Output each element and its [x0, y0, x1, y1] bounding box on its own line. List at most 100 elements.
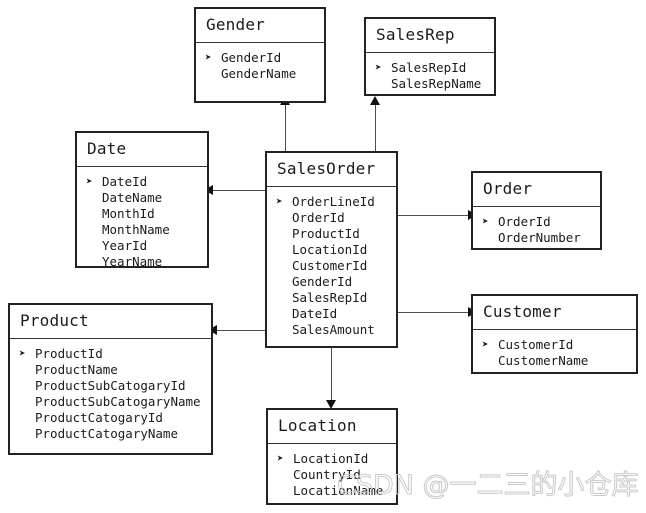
field-label: ProductSubCatogaryName — [35, 394, 201, 409]
erd-canvas: Gender ➤ GenderId GenderName SalesRep ➤ … — [0, 0, 646, 513]
primary-key-icon: ➤ — [482, 215, 489, 228]
entity-location-title: Location — [268, 410, 396, 444]
primary-key-icon: ➤ — [482, 338, 489, 351]
field-label: MonthName — [102, 222, 170, 237]
field-row: ➤ OrderLineId — [275, 194, 388, 210]
field-row: LocationName — [276, 483, 388, 499]
field-row: CustomerName — [481, 353, 628, 369]
primary-key-icon: ➤ — [375, 61, 382, 74]
field-label: OrderNumber — [498, 230, 581, 245]
field-row: ProductSubCatogaryName — [18, 394, 203, 410]
connector-salesorder-gender — [285, 103, 286, 156]
entity-location[interactable]: Location ➤ LocationId CountryId Location… — [266, 408, 398, 505]
primary-key-icon: ➤ — [205, 51, 212, 64]
field-row: DateId — [275, 306, 388, 322]
field-row: LocationId — [275, 242, 388, 258]
field-row: ➤ SalesRepId — [374, 60, 486, 76]
field-label: CustomerName — [498, 353, 589, 368]
entity-product[interactable]: Product ➤ ProductId ProductName ProductS… — [8, 303, 213, 455]
field-row: GenderId — [275, 274, 388, 290]
field-label: DateId — [102, 174, 148, 189]
field-row: ➤ LocationId — [276, 451, 388, 467]
primary-key-icon: ➤ — [276, 195, 283, 208]
entity-salesorder[interactable]: SalesOrder ➤ OrderLineId OrderId Product… — [265, 151, 398, 348]
entity-gender[interactable]: Gender ➤ GenderId GenderName — [194, 7, 326, 103]
field-row: OrderNumber — [481, 230, 592, 246]
field-label: GenderId — [221, 50, 282, 65]
field-label: YearName — [102, 254, 163, 269]
field-label: ProductId — [292, 226, 360, 241]
field-label: GenderId — [292, 274, 353, 289]
field-label: ProductCatogaryName — [35, 426, 178, 441]
field-label: LocationName — [293, 483, 384, 498]
entity-location-fields: ➤ LocationId CountryId LocationName — [268, 444, 396, 507]
entity-gender-fields: ➤ GenderId GenderName — [196, 43, 324, 90]
field-label: SalesRepName — [391, 76, 482, 91]
field-row: ➤ OrderId — [481, 214, 592, 230]
field-label: LocationId — [292, 242, 368, 257]
field-label: SalesRepId — [292, 290, 368, 305]
field-row: MonthName — [85, 222, 199, 238]
entity-date[interactable]: Date ➤ DateId DateName MonthId MonthName… — [75, 131, 209, 270]
connector-salesorder-product — [213, 330, 266, 331]
entity-date-title: Date — [77, 133, 207, 167]
entity-salesrep[interactable]: SalesRep ➤ SalesRepId SalesRepName — [364, 17, 496, 96]
field-label: MonthId — [102, 206, 155, 221]
field-label: CountryId — [293, 467, 361, 482]
entity-gender-title: Gender — [196, 9, 324, 43]
entity-product-fields: ➤ ProductId ProductName ProductSubCatoga… — [10, 339, 211, 450]
primary-key-icon: ➤ — [19, 347, 26, 360]
field-label: DateId — [292, 306, 338, 321]
connector-salesorder-order — [398, 215, 471, 216]
field-row: DateName — [85, 190, 199, 206]
entity-customer[interactable]: Customer ➤ CustomerId CustomerName — [471, 294, 638, 374]
field-label: OrderId — [498, 214, 551, 229]
field-row: SalesRepId — [275, 290, 388, 306]
field-label: GenderName — [221, 66, 297, 81]
field-label: CustomerId — [292, 258, 368, 273]
field-label: OrderLineId — [292, 194, 375, 209]
connector-salesorder-date — [209, 190, 266, 191]
field-row: SalesAmount — [275, 322, 388, 338]
entity-order[interactable]: Order ➤ OrderId OrderNumber — [471, 171, 602, 250]
field-row: YearId — [85, 238, 199, 254]
field-row: ➤ GenderId — [204, 50, 316, 66]
entity-salesrep-title: SalesRep — [366, 19, 494, 53]
field-label: YearId — [102, 238, 148, 253]
field-label: SalesAmount — [292, 322, 375, 337]
connector-salesorder-salesrep — [375, 103, 376, 156]
field-row: CountryId — [276, 467, 388, 483]
field-row: YearName — [85, 254, 199, 270]
field-label: LocationId — [293, 451, 369, 466]
field-row: ➤ CustomerId — [481, 337, 628, 353]
field-row: MonthId — [85, 206, 199, 222]
entity-customer-title: Customer — [473, 296, 636, 330]
field-label: ProductSubCatogaryId — [35, 378, 186, 393]
entity-salesrep-fields: ➤ SalesRepId SalesRepName — [366, 53, 494, 100]
entity-salesorder-fields: ➤ OrderLineId OrderId ProductId Location… — [267, 187, 396, 346]
field-row: GenderName — [204, 66, 316, 82]
connector-salesorder-customer — [398, 312, 471, 313]
field-row: CustomerId — [275, 258, 388, 274]
field-label: DateName — [102, 190, 163, 205]
field-label: SalesRepId — [391, 60, 467, 75]
field-row: ProductId — [275, 226, 388, 242]
field-row: SalesRepName — [374, 76, 486, 92]
field-row: ProductName — [18, 362, 203, 378]
field-row: ➤ ProductId — [18, 346, 203, 362]
connector-salesorder-location — [331, 348, 332, 403]
field-label: CustomerId — [498, 337, 574, 352]
field-row: ➤ DateId — [85, 174, 199, 190]
field-label: ProductCatogaryId — [35, 410, 163, 425]
field-row: ProductCatogaryName — [18, 426, 203, 442]
field-label: ProductId — [35, 346, 103, 361]
primary-key-icon: ➤ — [86, 175, 93, 188]
entity-customer-fields: ➤ CustomerId CustomerName — [473, 330, 636, 377]
field-label: OrderId — [292, 210, 345, 225]
field-row: OrderId — [275, 210, 388, 226]
primary-key-icon: ➤ — [277, 452, 284, 465]
entity-order-title: Order — [473, 173, 600, 207]
field-label: ProductName — [35, 362, 118, 377]
entity-product-title: Product — [10, 305, 211, 339]
entity-salesorder-title: SalesOrder — [267, 153, 396, 187]
